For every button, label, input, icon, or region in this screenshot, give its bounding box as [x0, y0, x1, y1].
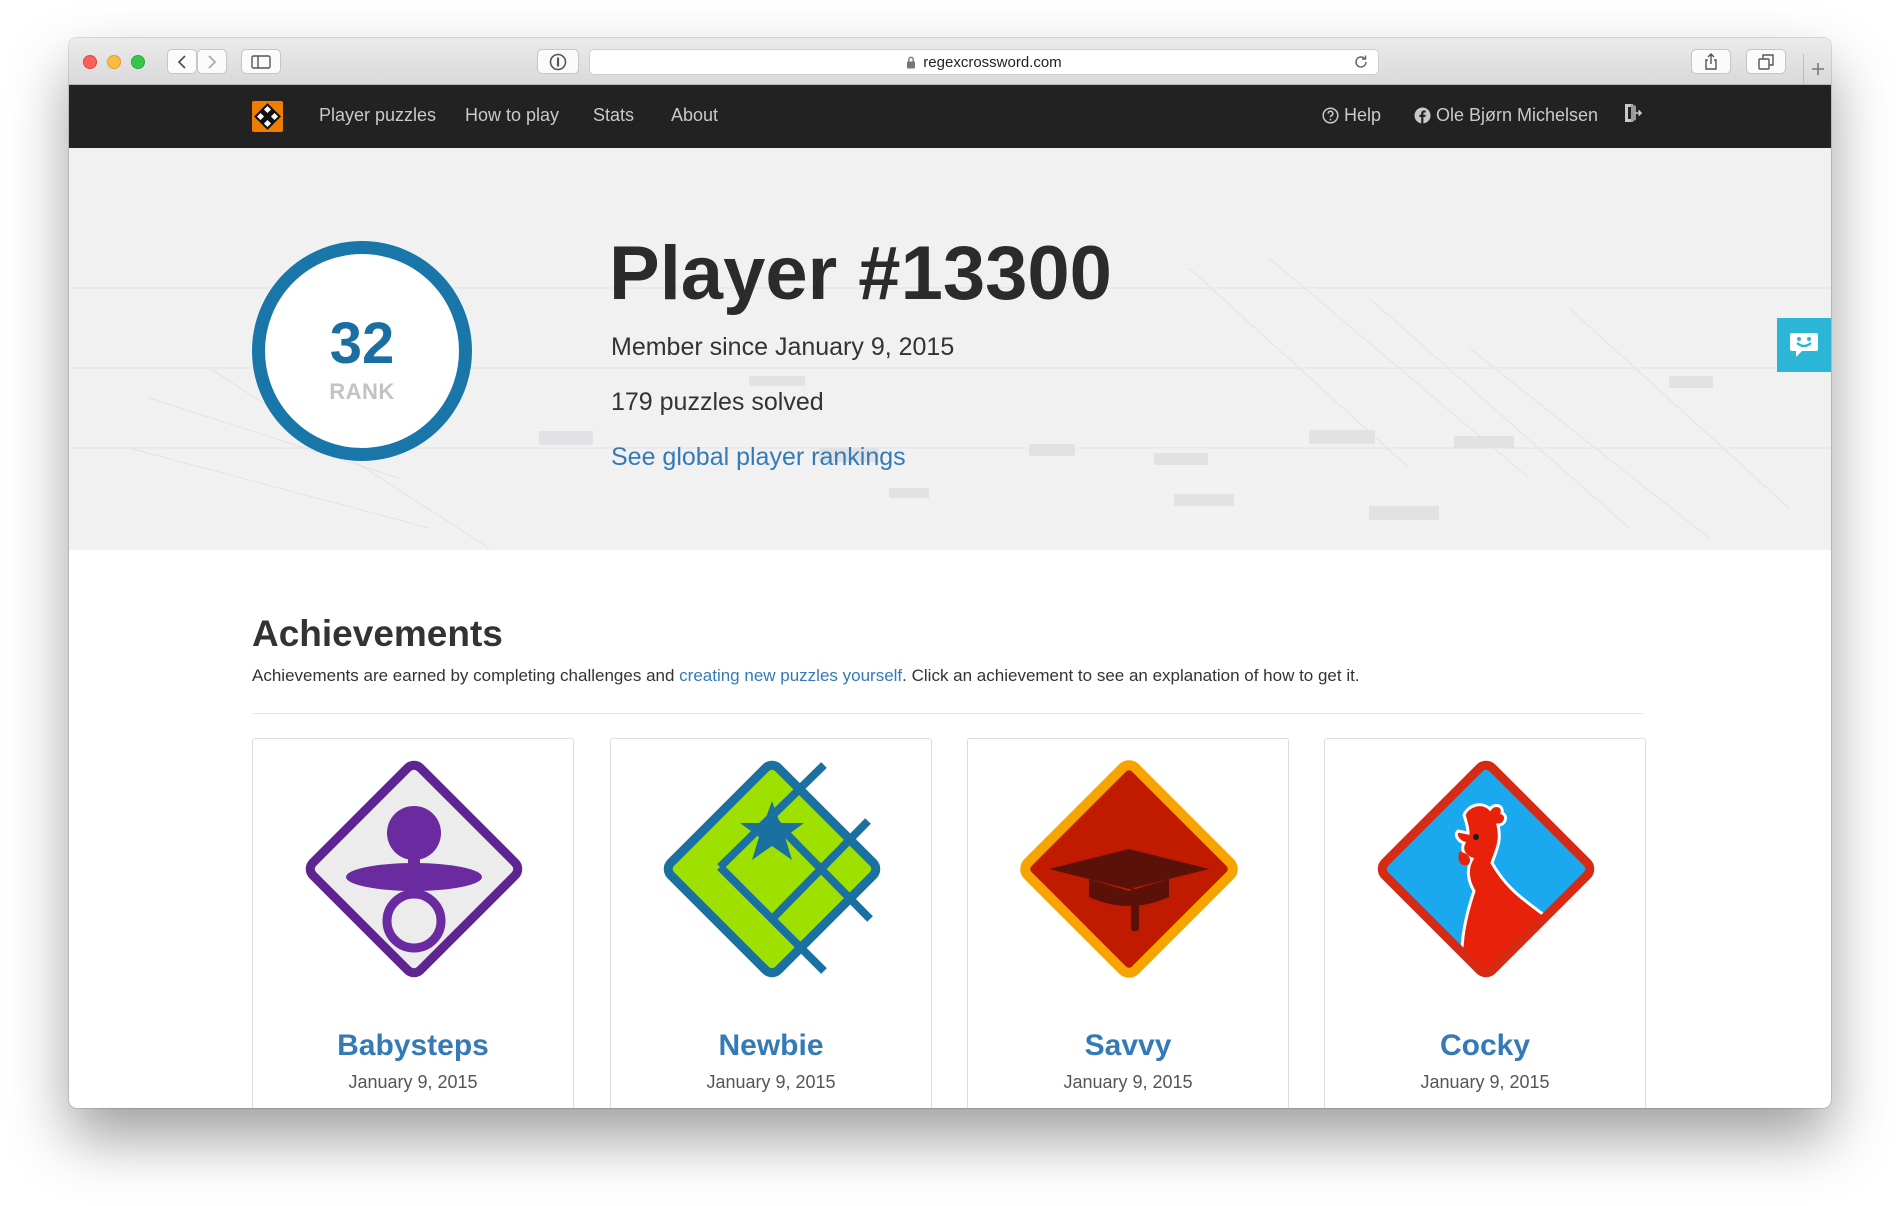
chevron-left-icon [177, 54, 186, 69]
user-name: Ole Bjørn Michelsen [1436, 105, 1599, 125]
star-icon [663, 760, 881, 978]
puzzles-solved: 179 puzzles solved [611, 388, 824, 416]
player-hero: 32 RANK Player #13300 Member since Janua… [69, 148, 1831, 550]
share-button[interactable] [1691, 49, 1731, 74]
achievements-desc-text-end: . Click an achievement to see an explana… [902, 666, 1360, 685]
achievement-name: Cocky [1439, 1029, 1531, 1062]
achievement-name: Newbie [718, 1029, 824, 1062]
create-puzzles-link[interactable]: creating new puzzles yourself [679, 666, 902, 685]
achievement-card-savvy[interactable]: Savvy January 9, 2015 [967, 738, 1289, 1108]
achievement-date: January 9, 2015 [1420, 1072, 1550, 1092]
achievement-card-babysteps[interactable]: Babysteps January 9, 2015 [252, 738, 574, 1108]
facebook-icon [1414, 107, 1431, 124]
global-rankings-link[interactable]: See global player rankings [611, 443, 906, 472]
sidebar-button[interactable] [241, 49, 281, 74]
achievements-heading: Achievements [252, 613, 503, 654]
browser-window: regexcrossword.com Player puzzles How to… [69, 38, 1831, 1108]
rank-value: 32 [329, 311, 395, 376]
achievement-name: Savvy [1084, 1029, 1172, 1062]
help-label: Help [1344, 105, 1382, 125]
achievement-card-cocky[interactable]: Cocky January 9, 2015 [1324, 738, 1646, 1108]
info-icon [549, 53, 567, 70]
achievements-description: Achievements are earned by completing ch… [252, 666, 1360, 686]
divider [252, 713, 1644, 714]
achievement-date: January 9, 2015 [706, 1072, 836, 1092]
achievements-desc-text: Achievements are earned by completing ch… [252, 666, 680, 685]
achievement-date: January 9, 2015 [348, 1072, 478, 1092]
achievement-card-newbie[interactable]: Newbie January 9, 2015 [610, 738, 932, 1108]
sidebar-icon [251, 54, 271, 69]
chevron-right-icon [208, 54, 217, 69]
achievement-date: January 9, 2015 [1063, 1072, 1193, 1092]
nav-stats[interactable]: Stats [593, 105, 634, 126]
back-button[interactable] [167, 49, 197, 74]
minimize-window-button[interactable] [107, 55, 121, 69]
url-text: regexcrossword.com [923, 53, 1062, 71]
tabs-overview-button[interactable] [1746, 49, 1786, 74]
zoom-window-button[interactable] [131, 55, 145, 69]
logo-icon[interactable] [252, 101, 283, 132]
plus-icon [1811, 63, 1824, 75]
member-since: Member since January 9, 2015 [611, 333, 955, 361]
close-window-button[interactable] [83, 55, 97, 69]
forward-button[interactable] [197, 49, 227, 74]
lock-icon [907, 56, 916, 68]
chat-smiley-icon [1790, 333, 1818, 357]
feedback-button[interactable] [1777, 318, 1831, 372]
pacifier-icon [305, 760, 523, 978]
tabs-icon [1758, 53, 1774, 70]
address-bar[interactable]: regexcrossword.com [589, 49, 1379, 75]
reload-icon[interactable] [1353, 54, 1369, 70]
achievement-name: Babysteps [337, 1029, 489, 1062]
player-title: Player #13300 [609, 231, 1112, 316]
nav-player-puzzles[interactable]: Player puzzles [319, 105, 436, 126]
help-icon [1322, 107, 1339, 124]
nav-about[interactable]: About [671, 105, 718, 126]
new-tab-button[interactable] [1803, 54, 1831, 84]
sign-out-icon [1625, 104, 1643, 122]
share-icon [1705, 52, 1717, 70]
nav-help[interactable]: Help [1322, 105, 1381, 126]
browser-toolbar: regexcrossword.com [69, 38, 1831, 85]
site-navbar: Player puzzles How to play Stats About H… [69, 85, 1831, 148]
nav-user-profile[interactable]: Ole Bjørn Michelsen [1414, 105, 1598, 126]
reader-button[interactable] [537, 49, 579, 74]
rank-badge: 32 RANK [252, 241, 472, 461]
rooster-icon [1377, 760, 1595, 978]
logout-button[interactable] [1624, 103, 1643, 128]
graduation-cap-icon [1020, 760, 1238, 978]
nav-how-to-play[interactable]: How to play [465, 105, 559, 126]
rank-label: RANK [329, 379, 395, 404]
